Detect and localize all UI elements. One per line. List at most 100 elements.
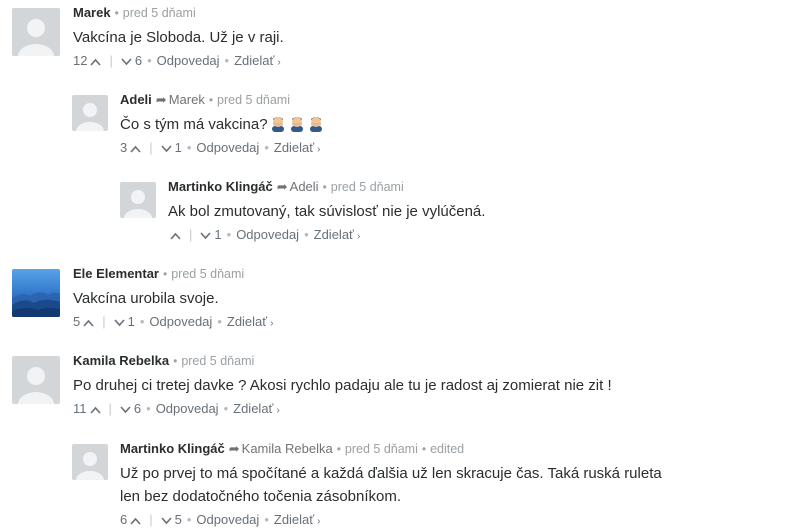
comment-actions: 6 | 5 • Odpovedaj • Zdielať › [120,511,792,529]
avatar[interactable] [12,356,60,404]
comment-text: Už po prvej to má spočítané a každá ďalš… [120,465,662,505]
timestamp[interactable]: pred 5 dňami [345,442,418,456]
author-name[interactable]: Kamila Rebelka [73,353,169,368]
bullet-separator: • [304,227,309,242]
avatar[interactable] [72,95,108,131]
reply-button[interactable]: Odpovedaj [149,314,212,329]
downvote-count: 6 [133,401,142,416]
downvote-icon[interactable] [114,319,125,327]
comment-text: Po druhej ci tretej davke ? Akosi rychlo… [73,377,612,394]
downvote-icon[interactable] [161,517,172,525]
avatar[interactable] [120,182,156,218]
man-facepalming-emoji [290,117,303,132]
comment-header: Kamila Rebelka • pred 5 dňami [73,352,792,370]
downvote-icon[interactable] [200,232,211,240]
vote-divider: | [149,512,153,527]
edited-label: edited [430,442,465,456]
upvote-count: 11 [73,401,87,416]
vote-divider: | [149,140,153,155]
vote-divider: | [102,314,106,329]
comment-actions: 12 | 6 • Odpovedaj • Zdielať › [73,52,792,71]
man-facepalming-emoji [271,117,284,132]
share-chevron-icon[interactable]: › [277,57,280,68]
bullet-separator: • [421,442,427,456]
comment-header: Martinko Klingáč ➦ Adeli • pred 5 dňami [168,178,792,196]
comment-text: Čo s tým má vakcina? [120,113,792,136]
reply-to-author[interactable]: Marek [169,92,205,107]
timestamp[interactable]: pred 5 dňami [217,93,290,107]
share-button[interactable]: Zdielať [274,140,314,155]
reply-button[interactable]: Odpovedaj [196,140,259,155]
reply-to-author[interactable]: Adeli [290,179,319,194]
share-chevron-icon[interactable]: › [317,516,320,527]
comment-text: Vakcína je Sloboda. Už je v raji. [73,29,284,46]
vote-divider: | [108,401,112,416]
comment: Kamila Rebelka • pred 5 dňami Po druhej ci… [12,352,792,422]
mountain-landscape-icon [12,292,60,317]
author-name[interactable]: Adeli [120,92,152,107]
comment: Ele Elementar • pred 5 dňami Vakcína urobi… [12,265,792,335]
comment-actions: 5 | 1 • Odpovedaj • Zdielať › [73,313,792,332]
downvote-count: 1 [174,140,182,155]
share-button[interactable]: Zdielať [233,401,273,416]
reply-arrow-icon: ➦ [276,179,288,194]
upvote-icon[interactable] [90,58,102,66]
bullet-separator: • [114,6,119,20]
reply-to-author[interactable]: Kamila Rebelka [242,441,333,456]
bullet-separator: • [147,53,152,68]
downvote-icon[interactable] [121,58,132,66]
downvote-count: 5 [174,512,182,527]
bullet-separator: • [186,140,192,155]
author-name[interactable]: Martinko Klingáč [168,179,273,194]
reply-button[interactable]: Odpovedaj [196,512,259,527]
timestamp[interactable]: pred 5 dňami [123,6,196,20]
upvote-icon[interactable] [83,319,94,327]
upvote-icon[interactable] [89,406,101,414]
bullet-separator: • [217,314,222,329]
bullet-separator: • [173,354,178,368]
vote-divider: | [109,53,113,68]
upvote-count: 6 [120,512,128,527]
avatar[interactable] [12,8,60,56]
author-name[interactable]: Marek [73,5,111,20]
share-chevron-icon[interactable]: › [357,231,360,242]
downvote-count: 6 [134,53,143,68]
bullet-separator: • [223,401,229,416]
share-button[interactable]: Zdielať [274,512,314,527]
downvote-icon[interactable] [120,406,131,414]
upvote-icon[interactable] [130,517,141,525]
reply-button[interactable]: Odpovedaj [236,227,299,242]
comment-text: Vakcína urobila svoje. [73,290,219,307]
bullet-separator: • [139,314,145,329]
upvote-count: 3 [120,140,128,155]
share-chevron-icon[interactable]: › [270,318,273,329]
avatar[interactable] [12,269,60,317]
share-chevron-icon[interactable]: › [276,405,279,416]
timestamp[interactable]: pred 5 dňami [181,354,254,368]
bullet-separator: • [226,227,232,242]
comment-actions: 11 | 6 • Odpovedaj • Zdielať › [73,400,792,419]
timestamp[interactable]: pred 5 dňami [171,267,244,281]
comment: Martinko Klingáč ➦ Kamila Rebelka • pred 5 d… [72,440,792,529]
reply-button[interactable]: Odpovedaj [156,401,219,416]
reply-arrow-icon: ➦ [228,441,240,456]
comment-header: Martinko Klingáč ➦ Kamila Rebelka • pred 5 d… [120,440,792,458]
comment-header: Marek • pred 5 dňami [73,4,792,22]
avatar[interactable] [72,444,108,480]
comment-actions: 3 | 1 • Odpovedaj • Zdielať › [120,139,792,158]
reply-button[interactable]: Odpovedaj [157,53,220,68]
author-name[interactable]: Ele Elementar [73,266,159,281]
downvote-icon[interactable] [161,145,172,153]
reply-arrow-icon: ➦ [155,92,167,107]
comment-text-content: Čo s tým má vakcina? [120,116,268,133]
comment: Adeli ➦ Marek • pred 5 dňami Čo s tým má vak… [72,91,792,161]
upvote-icon[interactable] [170,232,181,240]
share-chevron-icon[interactable]: › [317,144,320,155]
share-button[interactable]: Zdielať [314,227,354,242]
share-button[interactable]: Zdielať [227,314,267,329]
comment-header: Ele Elementar • pred 5 dňami [73,265,792,283]
author-name[interactable]: Martinko Klingáč [120,441,225,456]
share-button[interactable]: Zdielať [234,53,274,68]
upvote-icon[interactable] [130,145,141,153]
timestamp[interactable]: pred 5 dňami [331,180,404,194]
